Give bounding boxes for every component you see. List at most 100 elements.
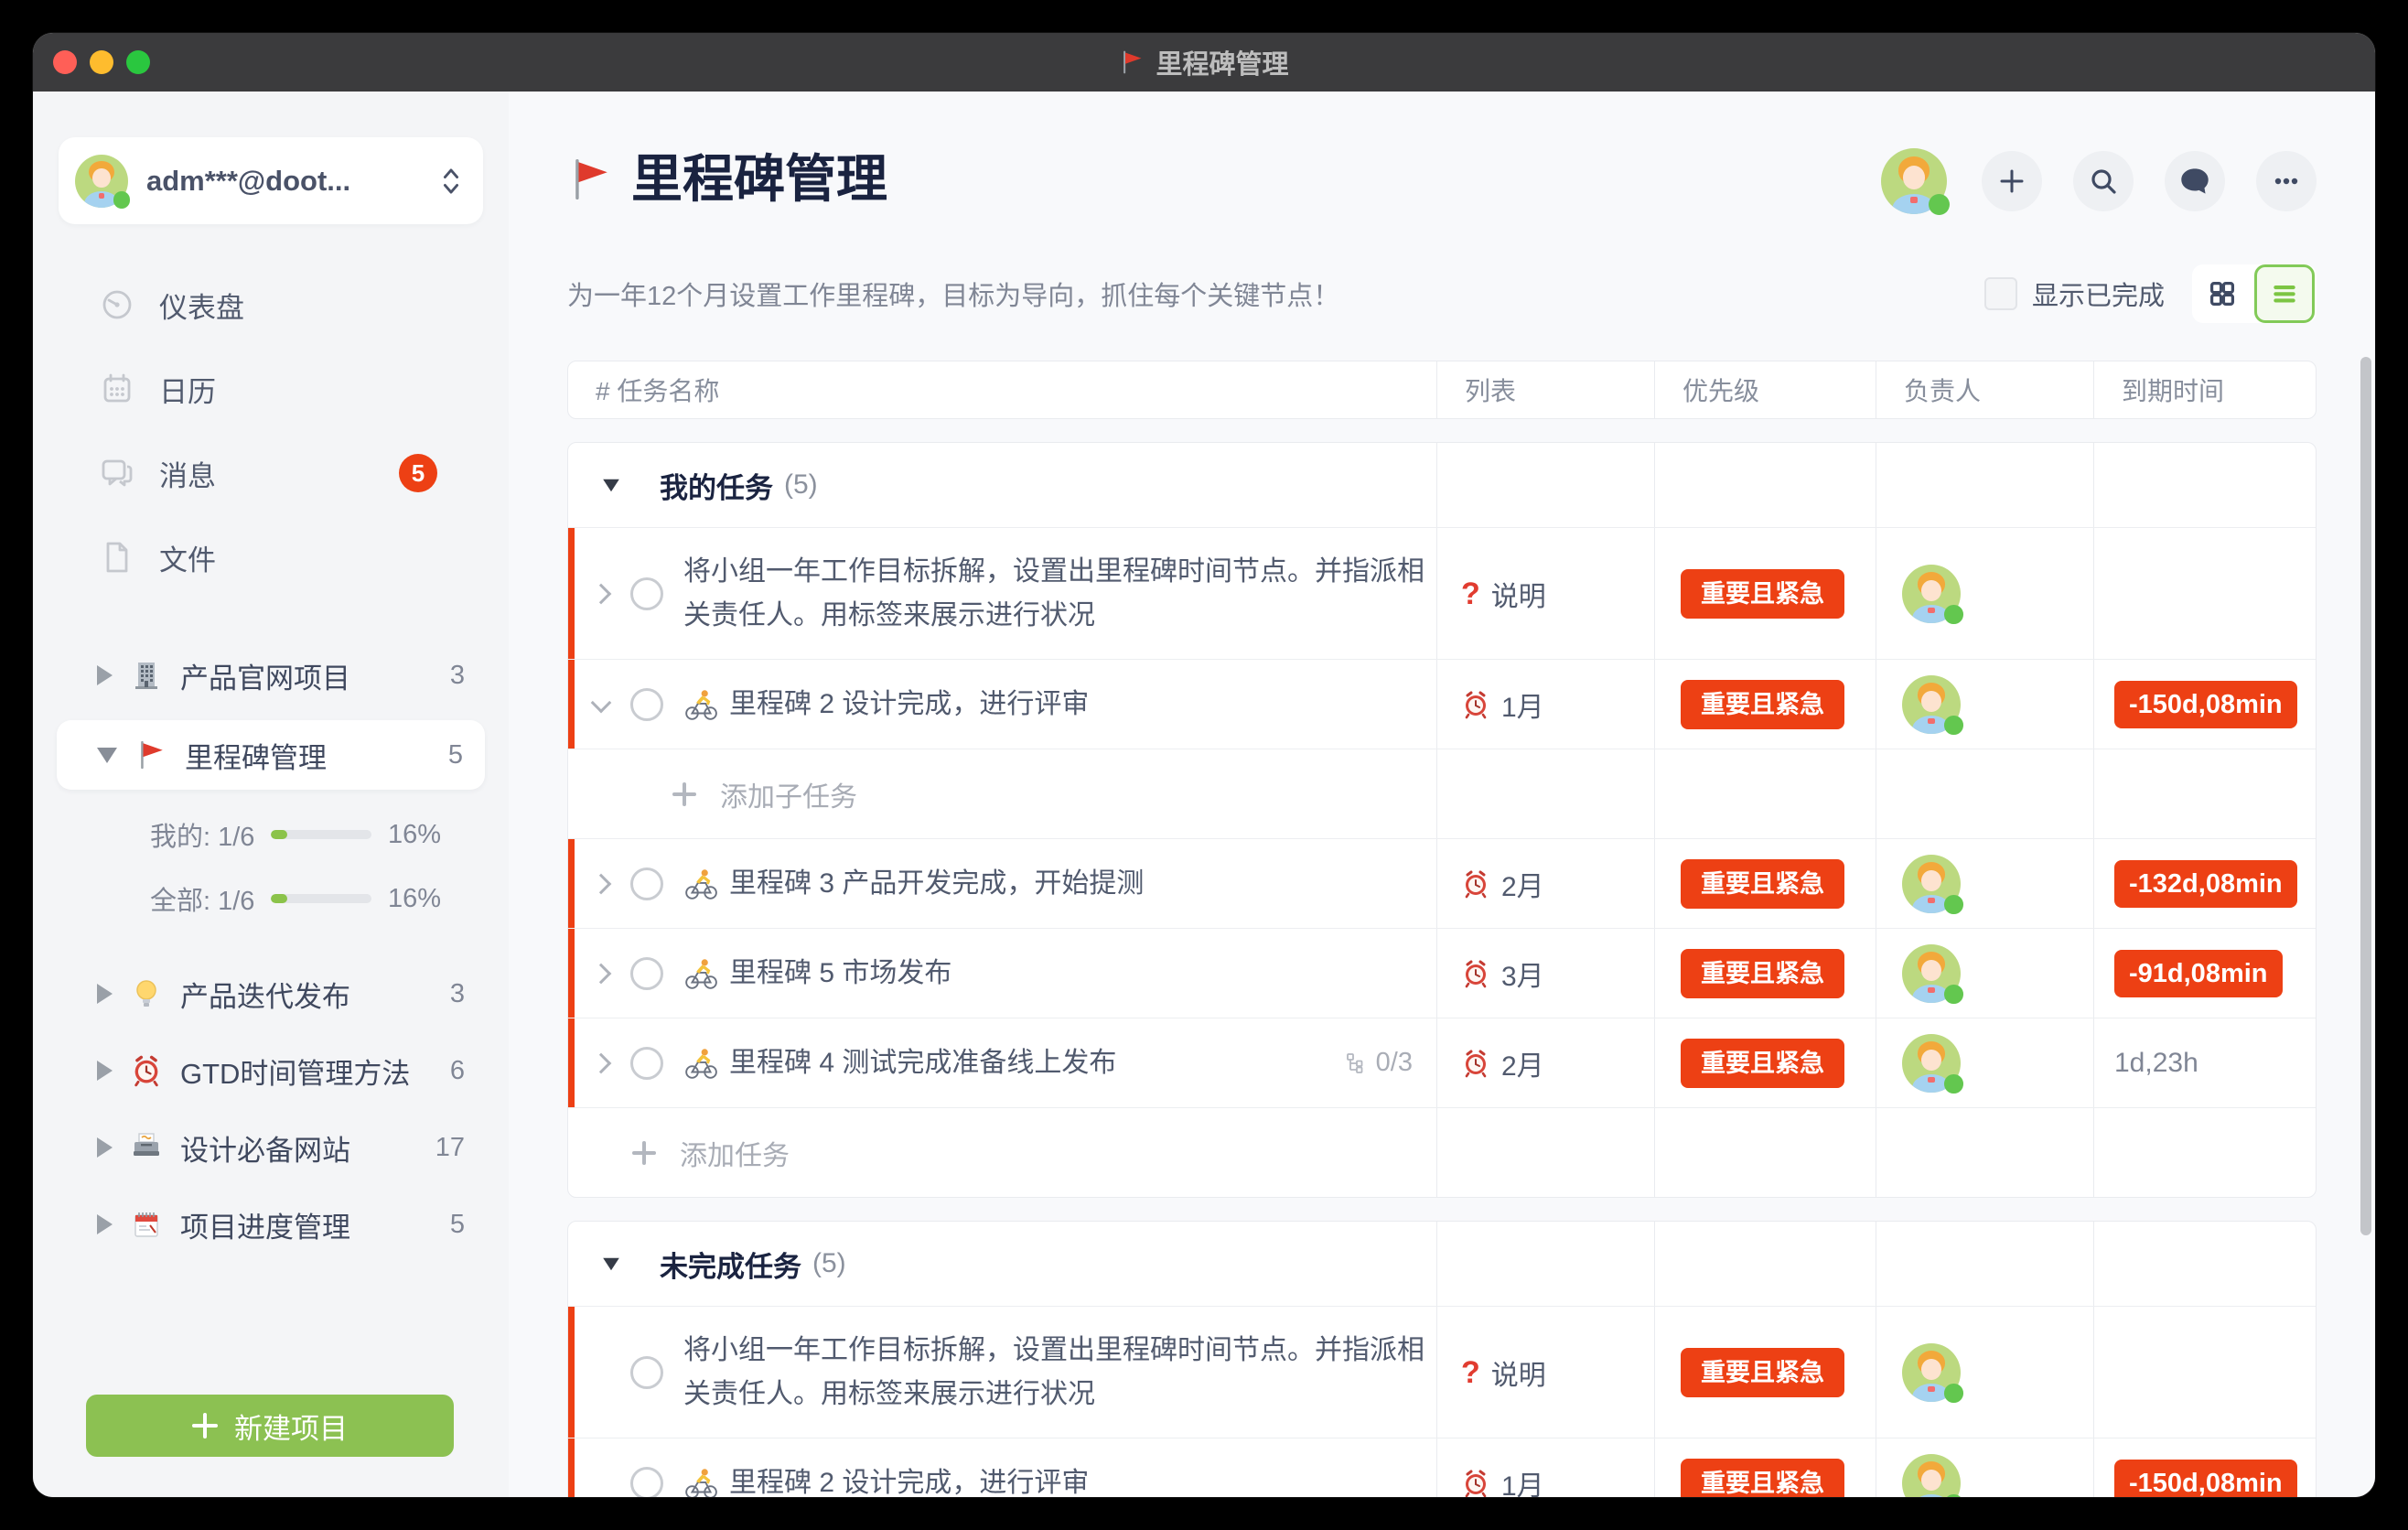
add-subtask-row[interactable]: 添加子任务 xyxy=(568,749,2316,838)
expand-triangle-icon[interactable] xyxy=(97,1061,113,1081)
task-row[interactable]: 将小组一年工作目标拆解，设置出里程碑时间节点。并指派相关责任人。用标签来展示进行… xyxy=(568,527,2316,659)
project-item-product-site[interactable]: 产品官网项目 3 xyxy=(33,643,509,707)
collapse-triangle-icon[interactable] xyxy=(603,1257,619,1270)
column-header-task-name[interactable]: # 任务名称 xyxy=(568,361,1436,418)
unread-count-badge: 5 xyxy=(399,454,437,492)
show-completed-label: 显示已完成 xyxy=(2032,275,2165,313)
task-complete-checkbox[interactable] xyxy=(630,688,663,721)
current-user-avatar[interactable] xyxy=(1881,148,1947,214)
add-task-row[interactable]: 添加任务 xyxy=(568,1107,2316,1197)
column-header-owner[interactable]: 负责人 xyxy=(1876,361,2093,418)
list-name[interactable]: 1月 xyxy=(1501,684,1544,725)
task-complete-checkbox[interactable] xyxy=(630,1356,663,1389)
task-complete-checkbox[interactable] xyxy=(630,1467,663,1498)
group-header[interactable]: 我的任务 (5) xyxy=(568,443,2316,527)
task-title[interactable]: 里程碑 5 市场发布 xyxy=(729,952,951,996)
priority-badge[interactable]: 重要且紧急 xyxy=(1681,949,1844,998)
task-title[interactable]: 里程碑 2 设计完成，进行评审 xyxy=(729,1461,1089,1498)
due-time-badge[interactable]: -91d,08min xyxy=(2114,950,2283,997)
calendar-icon xyxy=(99,371,135,407)
show-completed-checkbox[interactable] xyxy=(1984,277,2017,310)
task-complete-checkbox[interactable] xyxy=(630,867,663,900)
collapse-triangle-icon[interactable] xyxy=(97,748,117,763)
task-title[interactable]: 里程碑 2 设计完成，进行评审 xyxy=(729,683,1089,727)
expand-chevron-icon[interactable] xyxy=(591,583,612,604)
priority-badge[interactable]: 重要且紧急 xyxy=(1681,1348,1844,1397)
priority-badge[interactable]: 重要且紧急 xyxy=(1681,569,1844,619)
task-complete-checkbox[interactable] xyxy=(630,577,663,610)
project-label: GTD时间管理方法 xyxy=(180,1051,450,1092)
expand-triangle-icon[interactable] xyxy=(97,1214,113,1234)
project-item-gtd[interactable]: GTD时间管理方法 6 xyxy=(33,1039,509,1103)
priority-badge[interactable]: 重要且紧急 xyxy=(1681,859,1844,909)
owner-avatar[interactable] xyxy=(1902,1034,1961,1093)
task-row[interactable]: 里程碑 5 市场发布 3月 重要且紧急 -91d,08min xyxy=(568,928,2316,1018)
expand-chevron-icon[interactable] xyxy=(591,963,612,984)
board-view-button[interactable] xyxy=(2194,266,2251,321)
task-complete-checkbox[interactable] xyxy=(630,957,663,990)
list-name[interactable]: 2月 xyxy=(1501,1043,1544,1083)
task-title[interactable]: 里程碑 3 产品开发完成，开始提测 xyxy=(729,862,1144,906)
expand-chevron-icon[interactable] xyxy=(591,1052,612,1073)
due-time-badge[interactable]: -132d,08min xyxy=(2114,860,2297,908)
priority-badge[interactable]: 重要且紧急 xyxy=(1681,1459,1844,1498)
owner-avatar[interactable] xyxy=(1902,944,1961,1003)
list-name[interactable]: 3月 xyxy=(1501,954,1544,994)
task-complete-checkbox[interactable] xyxy=(630,1047,663,1080)
priority-badge[interactable]: 重要且紧急 xyxy=(1681,680,1844,729)
sidebar-item-files[interactable]: 文件 xyxy=(33,528,509,587)
task-title[interactable]: 将小组一年工作目标拆解，设置出里程碑时间节点。并指派相关责任人。用标签来展示进行… xyxy=(683,1329,1426,1417)
owner-avatar[interactable] xyxy=(1902,565,1961,623)
add-button[interactable] xyxy=(1982,151,2042,211)
project-list: 产品官网项目 3 里程碑管理 5 我的: 1/6 16% xyxy=(33,643,509,1256)
priority-badge[interactable]: 重要且紧急 xyxy=(1681,1039,1844,1088)
list-name[interactable]: 说明 xyxy=(1491,1352,1546,1393)
project-item-design-sites[interactable]: 设计必备网站 17 xyxy=(33,1115,509,1180)
column-header-due[interactable]: 到期时间 xyxy=(2093,361,2316,418)
owner-avatar[interactable] xyxy=(1902,1454,1961,1498)
task-row[interactable]: 里程碑 4 测试完成准备线上发布 0/3 2月 重要且紧急 xyxy=(568,1018,2316,1107)
search-button[interactable] xyxy=(2073,151,2134,211)
sidebar-item-messages[interactable]: 消息 5 xyxy=(33,444,509,502)
collapse-chevron-icon[interactable] xyxy=(591,692,612,713)
add-task-label[interactable]: 添加任务 xyxy=(680,1133,790,1173)
account-switcher[interactable]: adm***@doot... xyxy=(59,137,483,224)
column-header-priority[interactable]: 优先级 xyxy=(1654,361,1876,418)
list-name[interactable]: 说明 xyxy=(1491,574,1546,614)
expand-chevron-icon[interactable] xyxy=(591,873,612,894)
minimize-window-button[interactable] xyxy=(90,50,113,74)
sidebar-item-calendar[interactable]: 日历 xyxy=(33,360,509,418)
list-name[interactable]: 1月 xyxy=(1501,1463,1544,1498)
sidebar-item-dashboard[interactable]: 仪表盘 xyxy=(33,275,509,334)
project-item-milestones-selected[interactable]: 里程碑管理 5 xyxy=(57,720,485,790)
new-project-button[interactable]: 新建项目 xyxy=(86,1395,454,1457)
close-window-button[interactable] xyxy=(53,50,77,74)
expand-triangle-icon[interactable] xyxy=(97,1137,113,1158)
expand-triangle-icon[interactable] xyxy=(97,984,113,1004)
task-row[interactable]: 里程碑 3 产品开发完成，开始提测 2月 重要且紧急 -132d,08min xyxy=(568,838,2316,928)
chat-button[interactable] xyxy=(2165,151,2225,211)
column-header-list[interactable]: 列表 xyxy=(1436,361,1654,418)
list-name[interactable]: 2月 xyxy=(1501,864,1544,904)
scrollbar-thumb[interactable] xyxy=(2360,357,2371,1235)
list-view-button-active[interactable] xyxy=(2254,264,2315,323)
more-button[interactable] xyxy=(2256,151,2317,211)
project-item-schedule[interactable]: 项目进度管理 5 xyxy=(33,1192,509,1256)
owner-avatar[interactable] xyxy=(1902,1343,1961,1402)
task-row[interactable]: 将小组一年工作目标拆解，设置出里程碑时间节点。并指派相关责任人。用标签来展示进行… xyxy=(568,1306,2316,1438)
add-subtask-label[interactable]: 添加子任务 xyxy=(720,774,857,814)
group-header[interactable]: 未完成任务 (5) xyxy=(568,1222,2316,1306)
collapse-triangle-icon[interactable] xyxy=(603,479,619,491)
project-item-iteration[interactable]: 产品迭代发布 3 xyxy=(33,962,509,1026)
task-row[interactable]: 里程碑 2 设计完成，进行评审 1月 重要且紧急 -150d,08min xyxy=(568,659,2316,749)
task-title[interactable]: 将小组一年工作目标拆解，设置出里程碑时间节点。并指派相关责任人。用标签来展示进行… xyxy=(683,550,1426,638)
due-time-badge[interactable]: -150d,08min xyxy=(2114,681,2297,728)
project-task-count: 6 xyxy=(450,1056,465,1086)
zoom-window-button[interactable] xyxy=(126,50,150,74)
due-time-badge[interactable]: -150d,08min xyxy=(2114,1460,2297,1498)
task-row[interactable]: 里程碑 2 设计完成，进行评审 1月 重要且紧急 -150d,08min xyxy=(568,1438,2316,1497)
expand-triangle-icon[interactable] xyxy=(97,665,113,685)
owner-avatar[interactable] xyxy=(1902,675,1961,734)
owner-avatar[interactable] xyxy=(1902,855,1961,913)
task-title[interactable]: 里程碑 4 测试完成准备线上发布 xyxy=(729,1041,1116,1085)
